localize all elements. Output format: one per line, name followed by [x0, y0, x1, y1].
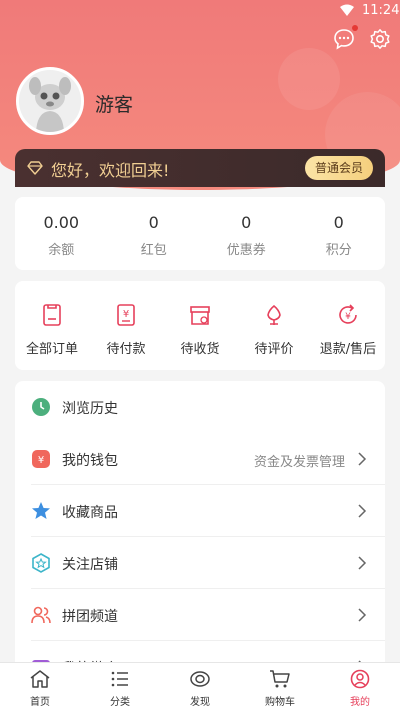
- wallet-subtitle: 资金及发票管理: [253, 455, 345, 470]
- order-refund[interactable]: ¥ 退款/售后: [311, 281, 385, 370]
- tab-label: 我的: [350, 697, 370, 708]
- pending-review-icon: [267, 304, 281, 325]
- menu-label: 关注店铺: [62, 557, 118, 573]
- stat-label: 红包: [140, 243, 167, 258]
- menu-label: 拼团频道: [62, 609, 118, 625]
- stat-value: 0: [241, 213, 252, 232]
- username[interactable]: 游客: [95, 90, 133, 117]
- stat-value: 0: [333, 213, 344, 232]
- tab-home[interactable]: 首页: [0, 663, 80, 710]
- stat-red-packet[interactable]: 0 红包: [108, 197, 201, 270]
- pending-payment-icon: ¥: [117, 304, 135, 326]
- vip-level-button[interactable]: 普通会员: [304, 156, 373, 180]
- chevron-right-icon: [358, 452, 367, 466]
- svg-text:¥: ¥: [345, 312, 351, 322]
- pending-receipt-icon: [190, 306, 210, 325]
- group-buy-icon: [31, 606, 51, 624]
- stat-points[interactable]: 0 积分: [293, 197, 386, 270]
- diamond-icon: [27, 161, 43, 175]
- order-label: 退款/售后: [319, 342, 377, 357]
- tab-cart[interactable]: 购物车: [240, 663, 320, 710]
- settings-icon[interactable]: [369, 28, 391, 50]
- welcome-text: 您好，欢迎回来!: [51, 161, 170, 180]
- menu-label: 我的钱包: [62, 453, 118, 469]
- menu-label: 浏览历史: [62, 401, 118, 417]
- wallet-icon: ¥: [32, 450, 50, 468]
- tab-category[interactable]: 分类: [80, 663, 160, 710]
- stat-label: 余额: [48, 243, 75, 258]
- header-decoration: [278, 48, 340, 110]
- stat-value: 0.00: [43, 213, 80, 232]
- chevron-right-icon: [358, 556, 367, 570]
- tab-label: 购物车: [265, 697, 295, 708]
- home-icon: [30, 670, 50, 688]
- history-icon: [32, 398, 50, 416]
- menu-item-favorites[interactable]: 收藏商品: [15, 485, 385, 537]
- stat-balance[interactable]: 0.00 余额: [15, 197, 108, 270]
- category-icon: [111, 671, 128, 687]
- tab-label: 分类: [110, 697, 130, 708]
- tab-label: 首页: [30, 697, 50, 708]
- message-icon[interactable]: [333, 28, 355, 50]
- orders-card: 全部订单 ¥ 待付款 待收货 待评价 ¥ 退款/售后: [15, 281, 385, 370]
- order-label: 待评价: [254, 342, 294, 357]
- menu-card: 浏览历史 ¥ 我的钱包 资金及发票管理 收藏商品 关注店铺 拼团频道: [15, 381, 385, 671]
- bottom-tab-bar: 首页 分类 发现 购物车 我的: [0, 662, 400, 710]
- chevron-right-icon: [358, 504, 367, 518]
- menu-item-group-buy[interactable]: 拼团频道: [15, 589, 385, 641]
- svg-text:¥: ¥: [123, 309, 129, 320]
- menu-item-history[interactable]: 浏览历史: [15, 381, 385, 433]
- chevron-right-icon: [358, 608, 367, 622]
- all-orders-icon: [43, 304, 61, 326]
- welcome-bar: 您好，欢迎回来! 普通会员: [15, 149, 385, 187]
- shop-icon: [32, 553, 50, 573]
- notification-dot: [352, 25, 358, 31]
- wifi-icon: [340, 4, 354, 16]
- order-label: 待付款: [106, 342, 146, 357]
- discover-icon: [190, 671, 210, 687]
- stat-value: 0: [148, 213, 159, 232]
- stat-label: 优惠券: [226, 243, 266, 258]
- star-icon: [32, 502, 50, 519]
- tab-discover[interactable]: 发现: [160, 663, 240, 710]
- cart-icon: [270, 670, 290, 688]
- stat-coupons[interactable]: 0 优惠券: [200, 197, 293, 270]
- svg-text:¥: ¥: [38, 455, 44, 466]
- account-stats-card: 0.00 余额 0 红包 0 优惠券 0 积分: [15, 197, 385, 270]
- tab-label: 发现: [190, 697, 210, 708]
- tab-profile[interactable]: 我的: [320, 663, 400, 710]
- status-bar: 11:24: [0, 0, 400, 22]
- profile-icon: [350, 669, 370, 689]
- refund-icon: ¥: [339, 304, 357, 324]
- order-pending-receipt[interactable]: 待收货: [163, 281, 237, 370]
- order-label: 待收货: [180, 342, 220, 357]
- menu-label: 收藏商品: [62, 505, 118, 521]
- avatar[interactable]: [16, 67, 84, 135]
- menu-item-wallet[interactable]: ¥ 我的钱包 资金及发票管理: [15, 433, 385, 485]
- order-pending-review[interactable]: 待评价: [237, 281, 311, 370]
- order-pending-payment[interactable]: ¥ 待付款: [89, 281, 163, 370]
- stat-label: 积分: [325, 243, 352, 258]
- avatar-mascot-icon: [19, 70, 81, 132]
- status-time: 11:24: [362, 3, 400, 18]
- menu-item-followed-shops[interactable]: 关注店铺: [15, 537, 385, 589]
- order-label: 全部订单: [25, 342, 78, 357]
- order-all[interactable]: 全部订单: [15, 281, 89, 370]
